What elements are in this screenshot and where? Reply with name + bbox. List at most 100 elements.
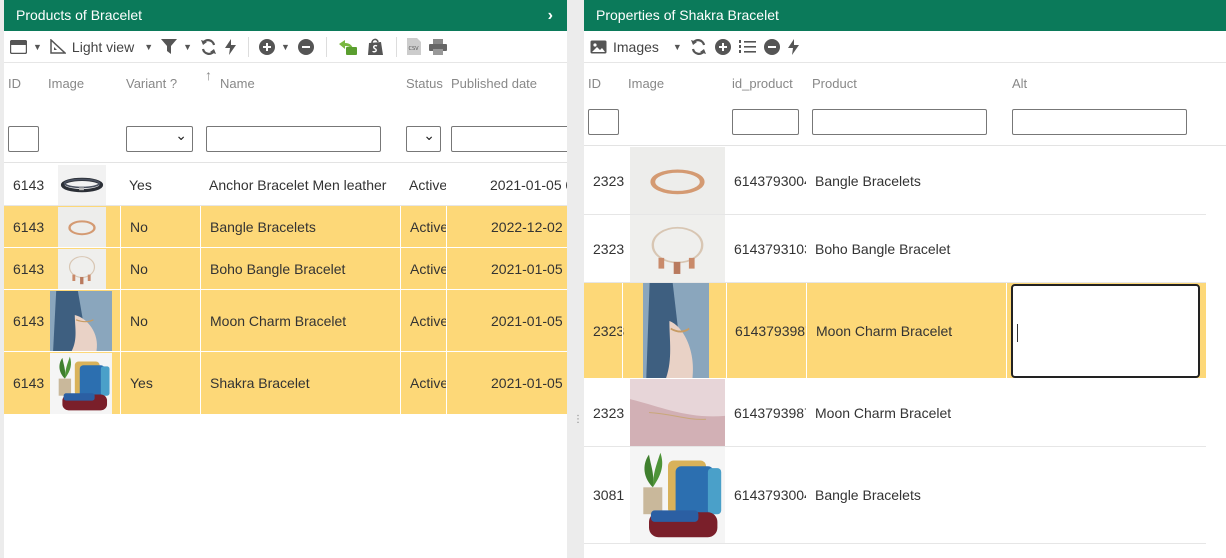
property-alt-cell[interactable] [1006,447,1206,543]
property-alt-cell[interactable] [1006,379,1206,446]
bangle-bracelet-thumbnail[interactable] [58,207,106,247]
light-view-button[interactable]: Light view ▼ [50,39,153,55]
product-image-cell[interactable] [44,290,120,351]
property-id-product-cell[interactable]: 6143793004 [726,147,806,214]
shopify-button[interactable] [367,38,384,56]
product-variant-cell[interactable]: No [120,248,200,289]
caret-down-icon[interactable]: ▼ [144,42,153,52]
property-product-cell[interactable]: Bangle Bracelets [806,147,1006,214]
product-image-cell[interactable] [44,248,120,289]
wrist-bracelet-thumbnail[interactable] [643,283,709,378]
product-id-cell[interactable]: 6143 [4,290,44,351]
plant-pouches-thumbnail[interactable] [50,353,112,414]
product-name-cell[interactable]: Boho Bangle Bracelet [200,248,400,289]
product-id-cell[interactable]: 6143 [4,352,44,414]
product-published-cell[interactable]: 2022-12-02 [446,206,567,247]
product-id-cell[interactable]: 6143 [4,206,44,247]
product-image-cell[interactable] [44,352,120,414]
window-layout-button[interactable]: ▼ [10,39,42,54]
property-row[interactable]: 2323 6143793103 Boho Bangle Bracelet [584,215,1206,283]
property-id-product-cell[interactable]: 6143793103 [726,215,806,282]
product-row[interactable]: 6143 Yes Shakra Bracelet Active 2021-01-05 0 [4,352,567,415]
boho-bracelet-thumbnail[interactable] [58,249,106,289]
property-id-cell[interactable]: 2323 [584,379,624,446]
product-published-cell[interactable]: 2021-01-05 0 [446,164,567,205]
caret-down-icon[interactable]: ▼ [673,42,682,52]
product-variant-cell[interactable]: Yes [120,164,200,205]
property-id-cell[interactable]: 3081 [584,447,624,543]
product-status-cell[interactable]: Active [400,248,446,289]
id-filter-input[interactable] [588,109,619,135]
property-row[interactable]: 2323 6143793004 Bangle Bracelets [584,147,1206,215]
product-name-cell[interactable]: Shakra Bracelet [200,352,400,414]
filter-button[interactable]: ▼ [161,39,192,54]
images-view-button[interactable]: Images ▼ [590,39,682,55]
column-header-image[interactable]: Image [48,76,84,91]
product-name-cell[interactable]: Bangle Bracelets [200,206,400,247]
product-name-cell[interactable]: Anchor Bracelet Men leather [200,164,400,205]
product-status-cell[interactable]: Active [400,290,446,351]
column-header-status[interactable]: Status [406,76,443,91]
property-alt-cell[interactable] [1006,215,1206,282]
alt-text-editor[interactable] [1011,284,1200,378]
refresh-button[interactable] [690,38,707,55]
product-status-cell[interactable]: Active [400,352,446,414]
product-image-cell[interactable] [44,164,120,205]
column-header-alt[interactable]: Alt [1012,76,1027,91]
bolt-button[interactable] [225,38,237,55]
csv-button[interactable]: CSV [406,38,421,55]
property-row[interactable]: 3081 6143793004 Bangle Bracelets [584,447,1206,544]
panel-splitter[interactable]: ⋮ [567,0,584,558]
column-header-id[interactable]: ID [588,76,601,91]
product-id-cell[interactable]: 6143 [4,248,44,289]
product-variant-cell[interactable]: Yes [120,352,200,414]
column-header-published-date[interactable]: Published date [451,76,537,91]
published-filter-input[interactable] [451,126,567,152]
property-row[interactable]: 2323 6143793987 Moon Charm Bracelet [584,379,1206,447]
property-product-cell[interactable]: Boho Bangle Bracelet [806,215,1006,282]
splitter-grip-icon[interactable]: ⋮ [573,415,583,430]
product-variant-cell[interactable]: No [120,206,200,247]
wrist-pink-thumbnail[interactable] [630,379,725,446]
product-published-cell[interactable]: 2021-01-05 0 [446,352,567,414]
export-button[interactable] [337,38,359,56]
sort-ascending-icon[interactable]: ↑ [205,67,212,83]
status-filter-select[interactable] [406,126,441,152]
property-id-product-cell[interactable]: 6143793987 [726,379,806,446]
product-variant-cell[interactable]: No [120,290,200,351]
boho-bracelet-thumbnail[interactable] [630,215,725,282]
property-id-cell[interactable]: 2323 [584,147,624,214]
bolt-button[interactable] [787,38,799,55]
plant-pouches-thumbnail[interactable] [630,447,725,543]
add-row-button[interactable] [714,38,731,55]
product-status-cell[interactable]: Active [400,206,446,247]
property-alt-cell[interactable] [1006,147,1206,214]
property-product-cell[interactable]: Moon Charm Bracelet [806,379,1006,446]
column-header-id[interactable]: ID [8,76,21,91]
column-header-variant[interactable]: Variant ? [126,76,177,91]
property-id-product-cell[interactable]: 6143793004 [726,447,806,543]
product-row[interactable]: 6143 No Moon Charm Bracelet Active 2021-01-0… [4,290,567,352]
remove-row-button[interactable] [763,38,780,55]
property-product-cell[interactable]: Moon Charm Bracelet [806,283,1006,378]
product-published-cell[interactable]: 2021-01-05 0 [446,248,567,289]
caret-down-icon[interactable]: ▼ [183,42,192,52]
property-image-cell[interactable] [630,215,726,282]
product-row[interactable]: 6143 No Boho Bangle Bracelet Active 2021-01-… [4,248,567,290]
property-image-cell[interactable] [630,447,726,543]
chevron-right-icon[interactable]: › [548,0,553,31]
column-header-id-product[interactable]: id_product [732,76,793,91]
product-status-cell[interactable]: Active [400,164,446,205]
print-button[interactable] [428,38,447,55]
property-id-cell[interactable]: 2323 [584,215,624,282]
product-row[interactable]: 6143 No Bangle Bracelets Active 2022-12-02 [4,206,567,248]
column-header-name[interactable]: Name [220,76,255,91]
alt-filter-input[interactable] [1012,109,1187,135]
product-published-cell[interactable]: 2021-01-05 0 [446,290,567,351]
leather-bracelet-thumbnail[interactable] [58,165,106,205]
property-image-cell[interactable] [630,147,726,214]
bangle-bracelet-thumbnail[interactable] [630,147,725,214]
id-filter-input[interactable] [8,126,39,152]
remove-row-button[interactable] [297,38,314,55]
refresh-button[interactable] [200,38,217,55]
